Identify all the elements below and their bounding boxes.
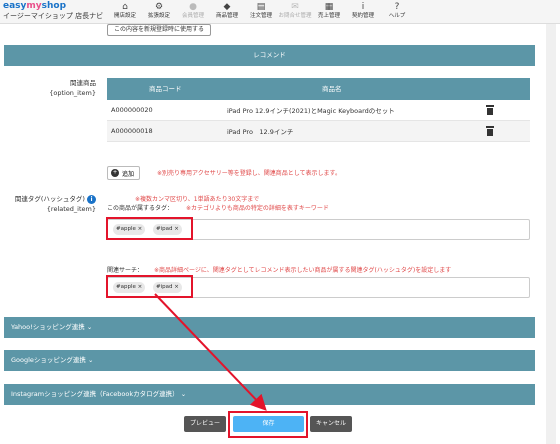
logo[interactable]: easymyshop イージーマイショップ 店長ナビ	[3, 1, 103, 21]
user-icon: ●	[189, 2, 197, 12]
info-icon[interactable]: i	[87, 194, 96, 204]
preview-button[interactable]: プレビュー	[184, 416, 226, 432]
use-for-new-registration-button[interactable]: この内容を新規登録時に使用する	[107, 24, 212, 36]
top-header: easymyshop イージーマイショップ 店長ナビ ⌂ 開店設定 ⚙ 拡張設定 ● 会員…	[0, 0, 560, 24]
nav-item-mail[interactable]: ✉ お問合せ管理	[278, 2, 312, 20]
product-name: iPad Pro 12.9インチ	[227, 128, 294, 136]
table-header: 商品コード 商品名	[107, 78, 530, 100]
nav-item-label: 会員管理	[181, 13, 204, 19]
logo-wordmark: easymyshop	[3, 1, 67, 11]
nav-item-gift[interactable]: ◆ 商品管理	[210, 2, 244, 20]
belongs-tags-note: ※カテゴリよりも商品の特定の詳細を表すキーワード	[186, 205, 329, 212]
main-nav: ⌂ 開店設定 ⚙ 拡張設定 ● 会員管理 ◆ 商品管理 ▤ 注文管理 ✉ お問合せ管理 ▦ 売上管理 i 契約…	[108, 2, 414, 20]
related-search-label: 関連サーチ：	[107, 267, 144, 274]
tag-rule-note: ※複数カンマ区切り、1単語あたり30文字まで	[135, 196, 260, 203]
highlight-box	[228, 411, 308, 438]
nav-item-document[interactable]: ▤ 注文管理	[244, 2, 278, 20]
document-icon: ▤	[256, 2, 266, 12]
table-row: A000000020 iPad Pro 12.9インチ(2021)とMagic …	[107, 100, 530, 121]
column-header-code: 商品コード	[149, 85, 182, 93]
nav-item-info[interactable]: i 契約管理	[346, 2, 380, 20]
nav-item-label: ヘルプ	[388, 13, 406, 19]
related-search-note: ※商品詳細ページに、関連タグとしてレコメンド表示したい商品が属する関連タグ(ハッ…	[154, 267, 452, 274]
nav-item-user[interactable]: ● 会員管理	[176, 2, 210, 20]
trash-icon[interactable]	[485, 105, 495, 115]
related-products-label: 関連商品 {option_item}	[49, 79, 96, 97]
chevron-down-icon: ⌄	[86, 323, 93, 331]
column-header-name: 商品名	[322, 85, 342, 93]
logo-subtitle: イージーマイショップ 店長ナビ	[3, 12, 104, 20]
mail-icon: ✉	[291, 2, 299, 12]
related-products-table: 商品コード 商品名 A000000020 iPad Pro 12.9インチ(20…	[107, 78, 530, 142]
belongs-tags-label: この商品が属するタグ：	[107, 205, 174, 212]
gift-icon: ◆	[223, 2, 231, 12]
trash-icon[interactable]	[485, 126, 495, 136]
product-code: A000000018	[111, 127, 153, 135]
chevron-down-icon: ⌄	[88, 356, 94, 364]
home-icon: ⌂	[122, 2, 128, 12]
highlight-box	[106, 217, 193, 240]
cancel-button[interactable]: キャンセル	[310, 416, 352, 432]
nav-item-label: 開店設定	[113, 13, 136, 19]
related-tags-label: 関連タグ(ハッシュタグ) i {related_item}	[14, 194, 96, 213]
nav-item-label: 拡張設定	[147, 13, 170, 19]
nav-item-calculator[interactable]: ▦ 売上管理	[312, 2, 346, 20]
info-icon: i	[361, 2, 365, 12]
nav-item-label: 売上管理	[317, 13, 340, 19]
add-button-label: 追加	[122, 171, 135, 178]
product-name: iPad Pro 12.9インチ(2021)とMagic Keyboardのセッ…	[227, 107, 395, 115]
help-icon: ?	[394, 2, 400, 12]
nav-item-home[interactable]: ⌂ 開店設定	[108, 2, 142, 20]
gear-icon: ⚙	[154, 2, 164, 12]
add-related-product-button[interactable]: + 追加	[107, 166, 141, 180]
nav-item-gear[interactable]: ⚙ 拡張設定	[142, 2, 176, 20]
plus-icon: +	[111, 169, 119, 177]
highlight-box	[106, 275, 193, 298]
yahoo-shopping-section[interactable]: Yahoo!ショッピング連携 ⌄	[4, 317, 535, 338]
nav-item-label: お問合せ管理	[278, 13, 312, 19]
calculator-icon: ▦	[324, 2, 334, 12]
instagram-shopping-section[interactable]: Instagramショッピング連携（Facebookカタログ連携） ⌄	[4, 384, 535, 405]
table-row: A000000018 iPad Pro 12.9インチ	[107, 121, 530, 142]
main-content: この内容を新規登録時に使用する レコメンド 関連商品 {option_item}…	[0, 24, 560, 444]
scrollbar[interactable]	[546, 24, 556, 444]
google-shopping-section[interactable]: Googleショッピング連携 ⌄	[4, 350, 535, 371]
nav-item-label: 契約管理	[351, 13, 374, 19]
chevron-down-icon: ⌄	[180, 390, 187, 398]
add-note: ※別売り専用アクセサリー等を登録し、関連商品として表示します。	[157, 170, 341, 177]
nav-item-label: 商品管理	[215, 13, 238, 19]
nav-item-label: 注文管理	[249, 13, 272, 19]
product-code: A000000020	[111, 106, 153, 114]
recommend-section-header: レコメンド	[4, 45, 535, 66]
nav-item-help[interactable]: ? ヘルプ	[380, 2, 414, 20]
